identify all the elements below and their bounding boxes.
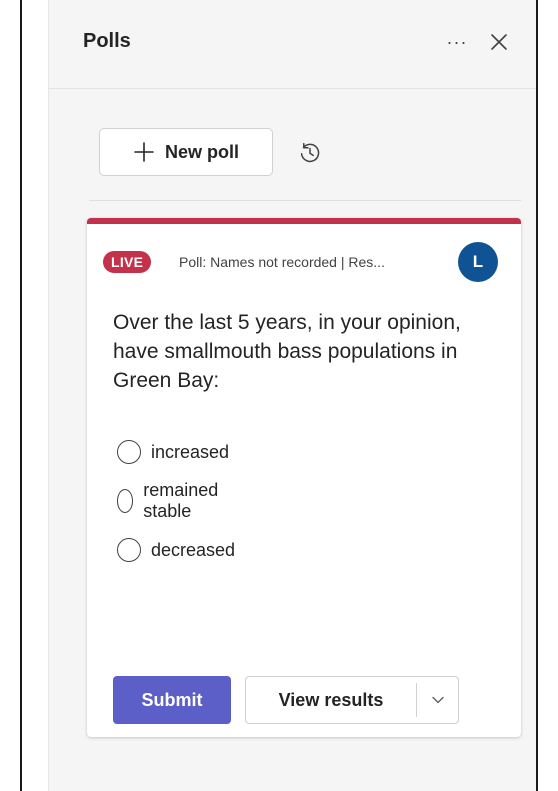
plus-icon: [134, 142, 154, 162]
close-icon: [491, 34, 507, 50]
live-indicator-bar: [87, 218, 521, 224]
avatar[interactable]: L: [458, 242, 498, 282]
poll-meta: Poll: Names not recorded | Res...: [179, 254, 385, 270]
option-label: remained stable: [143, 480, 219, 521]
option-label: decreased: [151, 539, 236, 560]
more-options-button[interactable]: ···: [443, 28, 471, 56]
results-dropdown-button[interactable]: [417, 677, 458, 723]
close-button[interactable]: [485, 28, 513, 56]
poll-question: Over the last 5 years, in your opinion, …: [113, 311, 461, 392]
option-increased[interactable]: increased: [117, 438, 229, 466]
panel-header: Polls ···: [49, 0, 537, 89]
toolbar-divider: [89, 200, 521, 201]
radio-button[interactable]: [117, 538, 141, 562]
radio-button[interactable]: [117, 440, 141, 464]
frame-border-left: [20, 0, 22, 791]
frame-border-right: [536, 0, 538, 791]
chevron-down-icon: [431, 696, 444, 704]
new-poll-label: New poll: [164, 141, 239, 162]
option-remained-stable[interactable]: remained stable: [117, 480, 226, 521]
polls-panel: Polls ··· New poll LIVE Poll: Names not …: [48, 0, 537, 791]
live-poll-card: LIVE Poll: Names not recorded | Res... L…: [87, 218, 521, 737]
ellipsis-icon: ···: [446, 31, 468, 52]
submit-button[interactable]: Submit: [113, 676, 231, 724]
panel-title: Polls: [83, 30, 131, 52]
option-label: increased: [151, 441, 230, 462]
new-poll-button[interactable]: New poll: [99, 128, 273, 176]
view-results-split-button: View results: [245, 676, 459, 724]
radio-button[interactable]: [117, 489, 134, 513]
option-decreased[interactable]: decreased: [117, 536, 235, 564]
live-badge: LIVE: [103, 251, 152, 273]
view-results-button[interactable]: View results: [246, 677, 416, 723]
history-icon: [300, 142, 320, 163]
poll-history-button[interactable]: [295, 138, 325, 168]
